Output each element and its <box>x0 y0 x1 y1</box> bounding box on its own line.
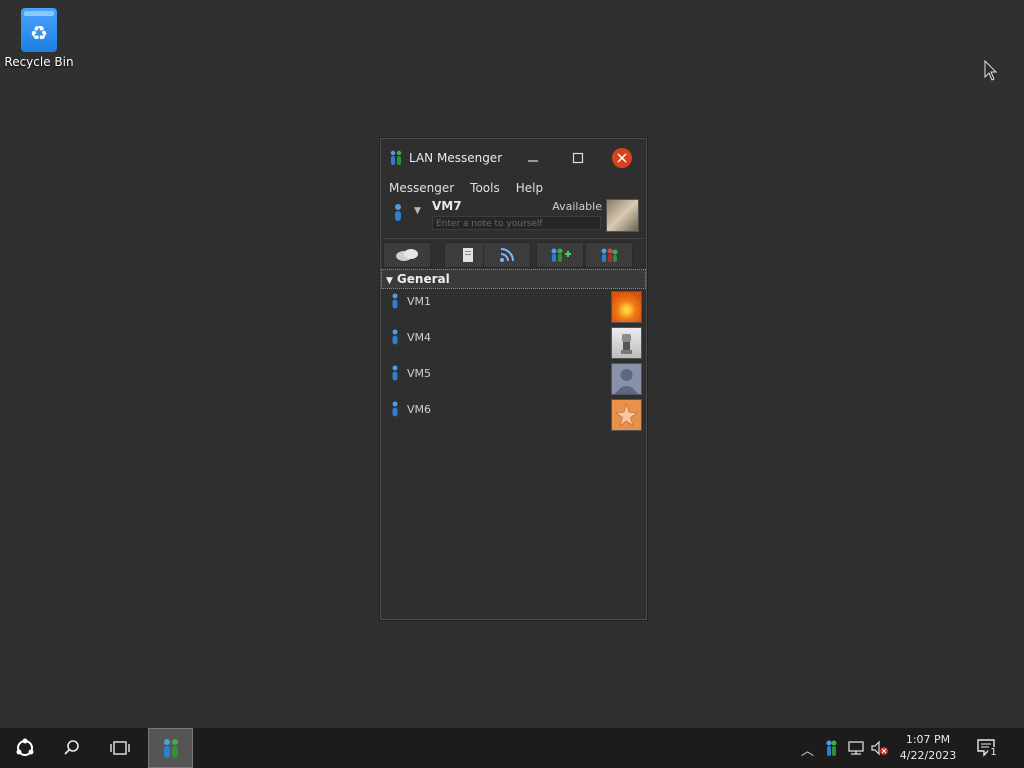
menu-tools[interactable]: Tools <box>462 177 508 199</box>
file-transfer-icon <box>463 248 473 262</box>
close-button[interactable] <box>612 148 632 168</box>
group-header-general[interactable]: ▼ General <box>381 269 646 289</box>
start-button[interactable] <box>4 728 46 768</box>
contact-item[interactable]: VM4 <box>381 327 646 363</box>
broadcast-button[interactable] <box>483 242 531 268</box>
contact-item[interactable]: VM1 <box>381 291 646 327</box>
contact-avatar <box>611 291 642 323</box>
group-icon <box>601 248 618 262</box>
contact-item[interactable]: VM5 <box>381 363 646 399</box>
toolbar <box>383 238 644 269</box>
recycle-bin-icon: ♻ <box>21 8 57 52</box>
maximize-button[interactable] <box>566 147 590 169</box>
tray-lan-messenger-icon[interactable] <box>824 739 838 757</box>
notifications-button[interactable]: 1 <box>976 737 999 759</box>
taskbar: ︿ 1:07 PM 4/22/2023 1 <box>0 728 1024 768</box>
lan-messenger-icon <box>163 739 178 758</box>
clock-date: 4/22/2023 <box>899 749 957 762</box>
group-button[interactable] <box>585 242 633 268</box>
network-icon[interactable] <box>847 740 865 756</box>
chat-icon <box>396 249 418 261</box>
contact-avatar <box>611 363 642 395</box>
contact-status-icon <box>392 401 398 417</box>
status-dropdown-icon[interactable]: ▼ <box>414 206 421 216</box>
chat-button[interactable] <box>383 242 431 268</box>
task-view-button[interactable] <box>98 728 142 768</box>
personal-note-input[interactable]: Enter a note to yourself <box>432 216 601 230</box>
recycle-bin[interactable]: ♻ Recycle Bin <box>4 8 74 69</box>
recycle-bin-label: Recycle Bin <box>4 55 74 69</box>
show-hidden-icons-icon[interactable]: ︿ <box>801 740 814 759</box>
contact-avatar <box>611 399 642 431</box>
menu-messenger[interactable]: Messenger <box>381 177 462 199</box>
search-icon <box>64 740 79 755</box>
profile-name: VM7 <box>432 199 462 213</box>
search-button[interactable] <box>52 728 92 768</box>
profile-panel: ▼ VM7 Available Enter a note to yourself <box>381 199 646 235</box>
minimize-icon <box>528 160 538 162</box>
menu-help[interactable]: Help <box>508 177 551 199</box>
contact-name: VM1 <box>407 295 432 308</box>
add-contact-icon <box>551 248 571 262</box>
clock[interactable]: 1:07 PM 4/22/2023 <box>880 732 976 764</box>
minimize-button[interactable] <box>521 147 545 169</box>
profile-status[interactable]: Available <box>552 200 602 213</box>
app-icon <box>390 150 402 165</box>
task-view-icon <box>110 741 130 755</box>
contact-name: VM6 <box>407 403 432 416</box>
start-icon <box>16 738 34 756</box>
contact-status-icon <box>392 329 398 345</box>
maximize-icon <box>572 152 584 164</box>
contact-status-icon <box>392 365 398 381</box>
menu-bar: Messenger Tools Help <box>381 177 646 199</box>
window-title: LAN Messenger <box>409 151 503 165</box>
group-name: General <box>396 272 450 286</box>
add-contact-button[interactable] <box>536 242 584 268</box>
broadcast-icon <box>500 248 514 262</box>
mouse-cursor-icon <box>984 60 998 81</box>
profile-avatar[interactable] <box>606 199 639 232</box>
contact-item[interactable]: VM6 <box>381 399 646 435</box>
contact-name: VM4 <box>407 331 432 344</box>
close-icon <box>617 153 627 163</box>
lan-messenger-window: LAN Messenger Messenger Tools Help ▼ VM7… <box>380 138 647 620</box>
notification-count: 1 <box>988 747 999 758</box>
contact-status-icon <box>392 293 398 309</box>
contact-name: VM5 <box>407 367 432 380</box>
contact-avatar <box>611 327 642 359</box>
title-bar[interactable]: LAN Messenger <box>381 139 646 177</box>
collapse-triangle-icon[interactable]: ▼ <box>386 276 393 286</box>
clock-time: 1:07 PM <box>905 733 951 746</box>
status-person-icon[interactable] <box>391 203 405 221</box>
taskbar-lan-messenger[interactable] <box>148 728 193 768</box>
